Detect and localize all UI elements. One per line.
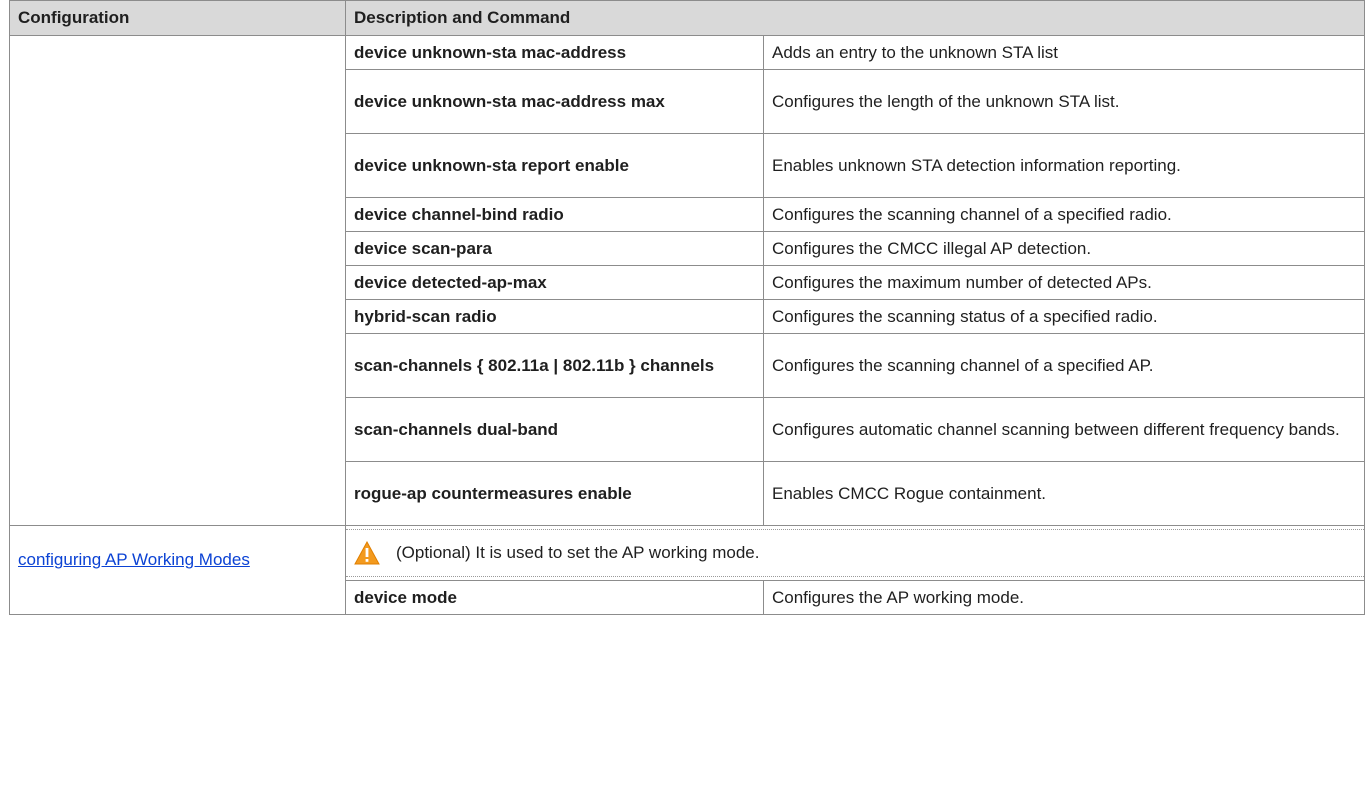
description-cell: Configures the scanning channel of a spe… bbox=[763, 333, 1365, 398]
command-cell: device channel-bind radio bbox=[345, 197, 764, 232]
command-cell: device unknown-sta report enable bbox=[345, 133, 764, 198]
note-row: configuring AP Working Modes (Optional) … bbox=[9, 525, 1365, 615]
description-cell: Configures the length of the unknown STA… bbox=[763, 69, 1365, 134]
configuring-ap-working-modes-link[interactable]: configuring AP Working Modes bbox=[18, 550, 250, 569]
description-cell: Enables CMCC Rogue containment. bbox=[763, 461, 1365, 526]
command-cell: scan-channels { 802.11a | 802.11b } chan… bbox=[345, 333, 764, 398]
header-configuration: Configuration bbox=[9, 0, 346, 36]
header-description: Description and Command bbox=[345, 0, 1365, 36]
configuration-table: Configuration Description and Command de… bbox=[9, 0, 1365, 615]
description-cell: Configures automatic channel scanning be… bbox=[763, 397, 1365, 462]
description-cell: Adds an entry to the unknown STA list bbox=[763, 35, 1365, 70]
command-cell: device unknown-sta mac-address bbox=[345, 35, 764, 70]
command-cell: scan-channels dual-band bbox=[345, 397, 764, 462]
configuration-cell-empty bbox=[9, 35, 346, 526]
configuration-link-cell: configuring AP Working Modes bbox=[9, 525, 346, 615]
description-cell: Configures the AP working mode. bbox=[763, 580, 1365, 615]
description-cell: Configures the scanning channel of a spe… bbox=[763, 197, 1365, 232]
note-text: (Optional) It is used to set the AP work… bbox=[396, 543, 760, 562]
table-header-row: Configuration Description and Command bbox=[9, 0, 1365, 36]
command-cell: rogue-ap countermeasures enable bbox=[345, 461, 764, 526]
description-cell: Configures the scanning status of a spec… bbox=[763, 299, 1365, 334]
command-cell: device mode bbox=[345, 580, 764, 615]
command-cell: device unknown-sta mac-address max bbox=[345, 69, 764, 134]
command-cell: device scan-para bbox=[345, 231, 764, 266]
command-cell: hybrid-scan radio bbox=[345, 299, 764, 334]
note-box: (Optional) It is used to set the AP work… bbox=[346, 529, 1364, 577]
description-cell: Configures the maximum number of detecte… bbox=[763, 265, 1365, 300]
description-cell: Enables unknown STA detection informatio… bbox=[763, 133, 1365, 198]
table-row: device unknown-sta mac-address Adds an e… bbox=[9, 35, 1365, 526]
warning-icon bbox=[354, 540, 380, 565]
note-cell: (Optional) It is used to set the AP work… bbox=[345, 525, 1365, 581]
command-cell: device detected-ap-max bbox=[345, 265, 764, 300]
description-cell: Configures the CMCC illegal AP detection… bbox=[763, 231, 1365, 266]
